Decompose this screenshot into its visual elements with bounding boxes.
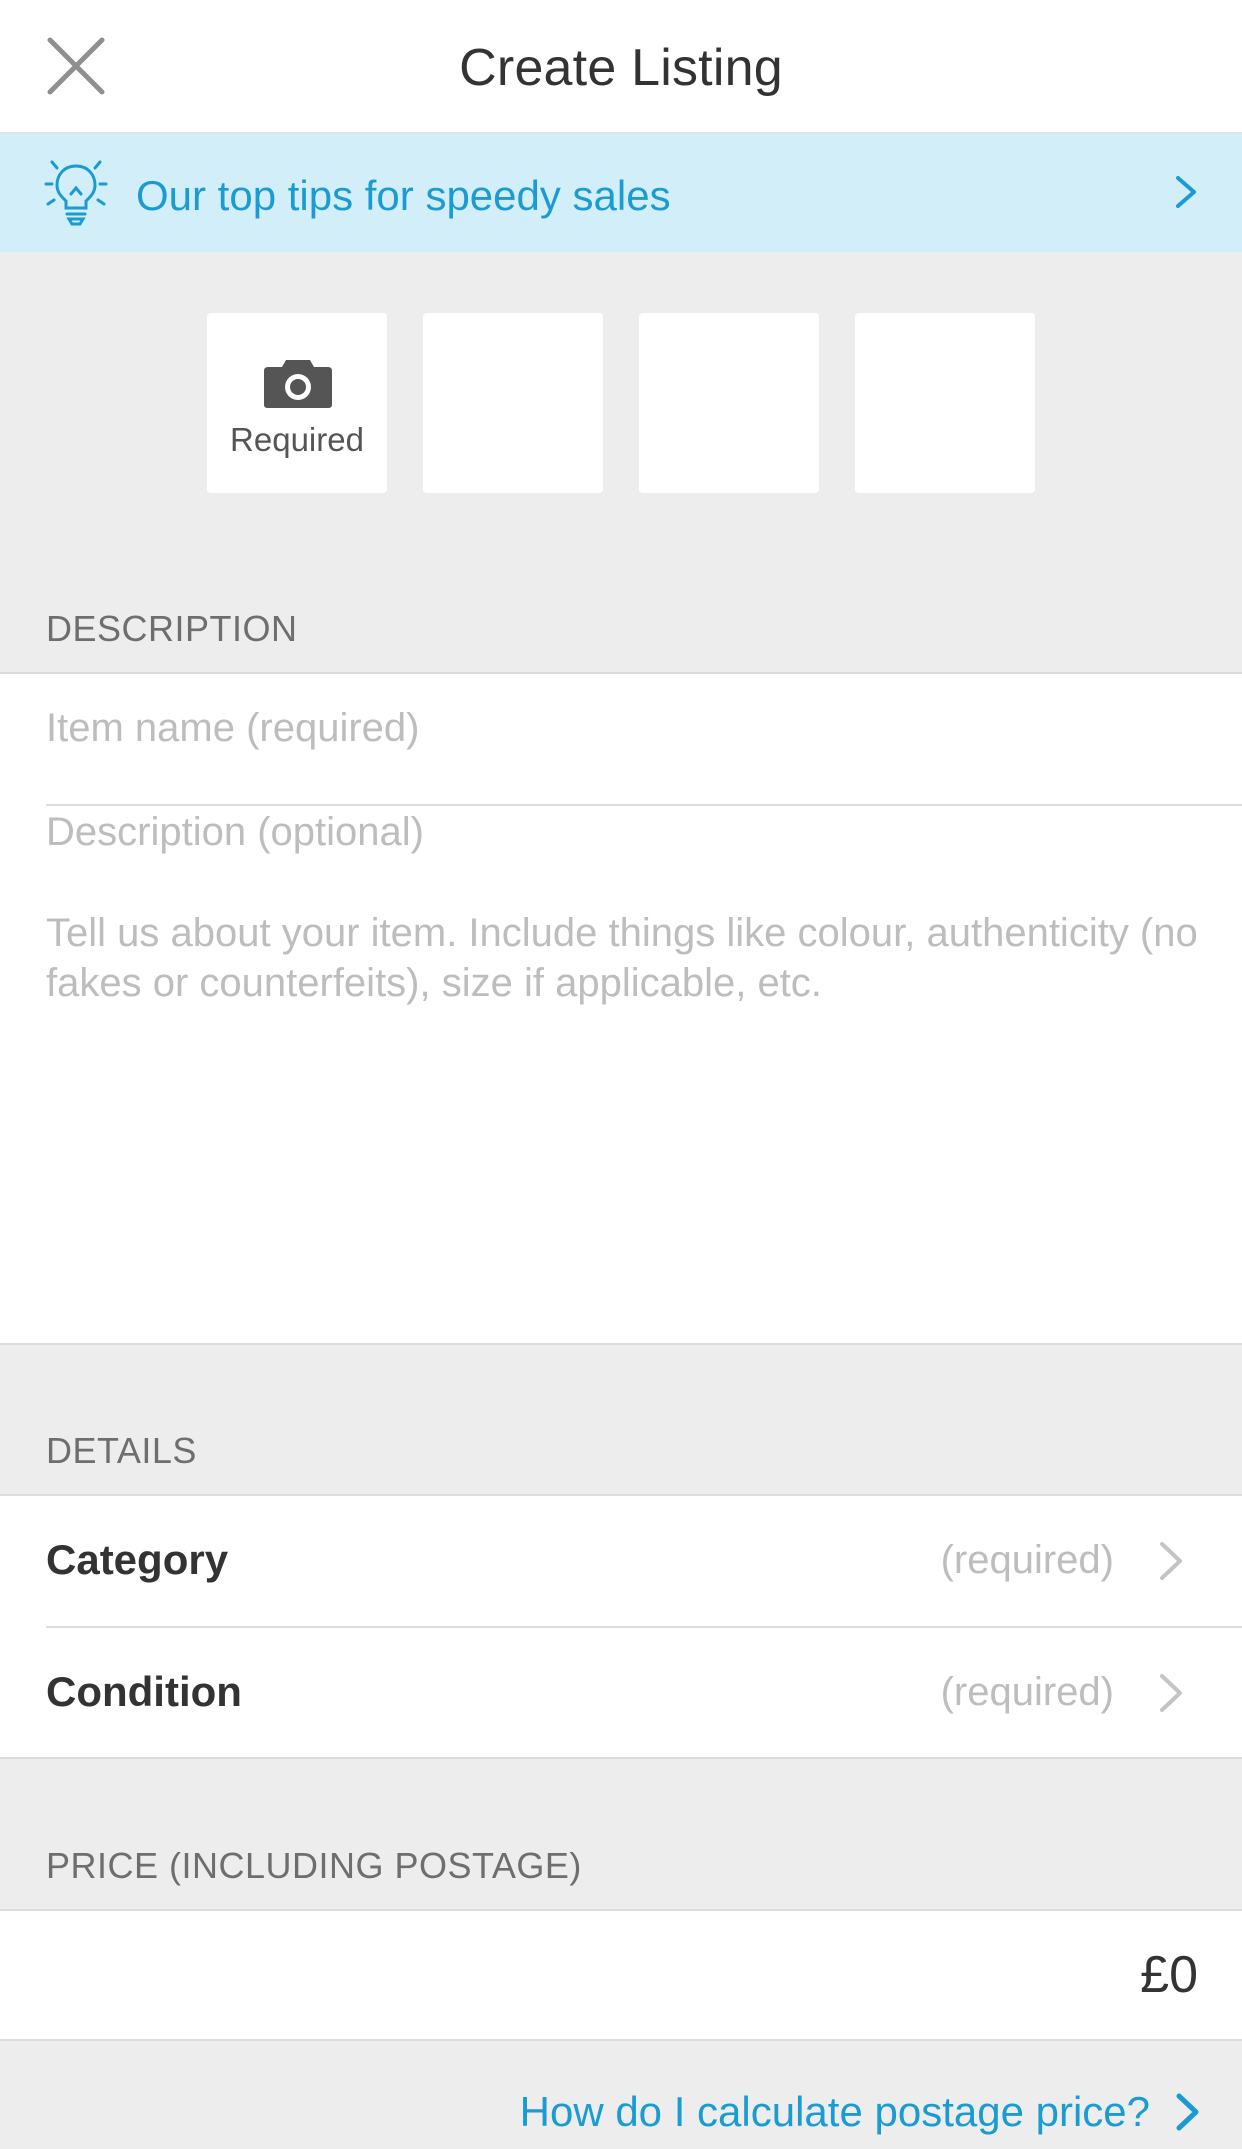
postage-help-label: How do I calculate postage price? xyxy=(519,2088,1150,2135)
photo-required-label: Required xyxy=(230,421,364,458)
category-row[interactable]: Category (required) xyxy=(0,1496,1242,1628)
lightbulb-icon xyxy=(44,160,108,226)
condition-value: (required) xyxy=(940,1670,1114,1714)
tips-banner[interactable]: Our top tips for speedy sales xyxy=(0,134,1242,252)
chevron-right-icon xyxy=(1160,1674,1182,1712)
description-heading: DESCRIPTION xyxy=(46,608,298,649)
chevron-right-icon xyxy=(1176,176,1196,208)
description-hint[interactable]: Tell us about your item. Include things … xyxy=(46,908,1206,1008)
page-title: Create Listing xyxy=(459,39,783,97)
category-label: Category xyxy=(46,1536,229,1583)
condition-row[interactable]: Condition (required) xyxy=(0,1628,1242,1758)
description-panel: Item name (required) Description (option… xyxy=(0,672,1242,1345)
chevron-right-icon xyxy=(1176,2093,1199,2131)
item-name-input[interactable]: Item name (required) xyxy=(46,706,1206,751)
details-heading: DETAILS xyxy=(46,1430,197,1471)
photo-slot-4[interactable] xyxy=(855,313,1035,493)
price-heading: PRICE (INCLUDING POSTAGE) xyxy=(46,1845,582,1886)
tips-banner-label: Our top tips for speedy sales xyxy=(136,172,671,219)
condition-label: Condition xyxy=(46,1668,242,1715)
category-value: (required) xyxy=(940,1538,1114,1582)
price-input[interactable]: £0 xyxy=(1140,1945,1198,2005)
photo-slot-2[interactable] xyxy=(423,313,603,493)
photo-slot-3[interactable] xyxy=(639,313,819,493)
camera-icon xyxy=(264,360,332,408)
divider xyxy=(46,804,1242,806)
create-listing-screen: Create Listing Our top tips for speedy s… xyxy=(0,0,1242,2149)
photo-slot-1[interactable]: Required xyxy=(207,313,387,493)
price-panel: £0 xyxy=(0,1909,1242,2041)
chevron-right-icon xyxy=(1160,1542,1182,1580)
postage-help-link[interactable]: How do I calculate postage price? xyxy=(520,2088,1202,2136)
details-panel: Category (required) Condition (required) xyxy=(0,1494,1242,1759)
header-bar: Create Listing xyxy=(0,0,1242,134)
description-input[interactable]: Description (optional) xyxy=(46,810,424,855)
